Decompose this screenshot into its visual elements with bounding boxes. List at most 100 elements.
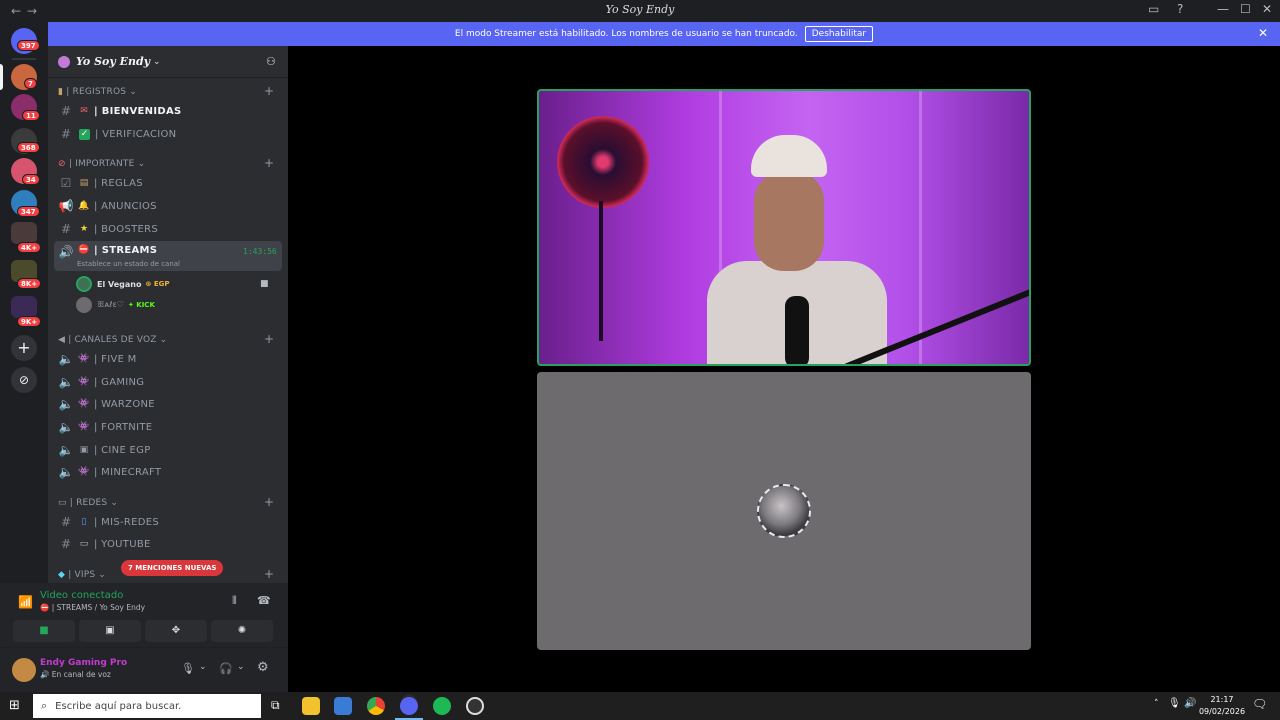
disable-streamer-button[interactable]: Deshabilitar xyxy=(804,26,874,42)
unread-badge: 368 xyxy=(17,142,40,153)
file-explorer-icon[interactable] xyxy=(302,697,320,715)
category-vips[interactable]: ◆ | VIPS ⌄ + xyxy=(58,567,274,581)
chrome-icon[interactable] xyxy=(367,697,385,715)
store-icon[interactable] xyxy=(334,697,352,715)
voice-status: Video conectado xyxy=(40,590,124,601)
activities-button[interactable]: ✥ xyxy=(145,620,207,642)
chevron-down-icon: ⌄ xyxy=(153,56,161,67)
role-tag: EGP xyxy=(153,280,170,288)
window-title: Yo Soy Endy xyxy=(605,3,675,16)
channel-bienvenidas[interactable]: # ✉ | BIENVENIDAS xyxy=(54,100,282,122)
invite-people-icon[interactable]: ⚇ xyxy=(266,55,276,68)
app-icon[interactable] xyxy=(466,697,484,715)
add-channel-icon: + xyxy=(264,332,275,346)
windows-taskbar: ⊞ ⌕ Escribe aquí para buscar. ⧉ ˄ 🎙 🔊 21… xyxy=(0,692,1280,720)
channel-streams[interactable]: 🔊 ⛔ | STREAMS 1:43:56 Establece un estado … xyxy=(54,241,282,271)
speaker-icon: 🔊 xyxy=(58,245,74,259)
new-mentions-pill[interactable]: 7 MENCIONES NUEVAS xyxy=(121,560,224,576)
channel-label: | VERIFICACION xyxy=(95,128,177,140)
channel-verificacion[interactable]: # ✓ | VERIFICACION xyxy=(54,123,282,145)
noise-suppression-icon[interactable]: ⦀ xyxy=(232,594,237,608)
unread-badge: 347 xyxy=(17,206,40,217)
alien-emoji-icon: 👾 xyxy=(78,422,90,432)
speaker-icon: 🔈 xyxy=(58,420,74,434)
voice-channel-link[interactable]: ⛔ | STREAMS / Yo Soy Endy xyxy=(40,603,145,612)
task-view-icon[interactable]: ⧉ xyxy=(271,698,280,713)
channel-fivem[interactable]: 🔈 👾 | FIVE M xyxy=(54,348,282,370)
server-folder[interactable] xyxy=(11,222,37,244)
chevron-down-icon[interactable]: ⌄ xyxy=(199,662,207,672)
camera-button[interactable]: ■ xyxy=(13,620,75,642)
channel-fortnite[interactable]: 🔈 👾 | FORTNITE xyxy=(54,416,282,438)
category-label: | REGISTROS xyxy=(66,87,127,97)
video-tile-camera[interactable] xyxy=(537,89,1031,366)
microphone-tray-icon[interactable]: 🎙 xyxy=(1168,698,1181,709)
rules-icon: ☑ xyxy=(60,176,72,190)
clock-time[interactable]: 21:17 xyxy=(1200,695,1244,704)
category-importante[interactable]: ⊘ | IMPORTANTE ⌄ + xyxy=(58,156,274,170)
voice-channel-name: | STREAMS / Yo Soy Endy xyxy=(51,603,146,612)
add-channel-icon: + xyxy=(264,84,275,98)
channel-boosters[interactable]: # ★ | BOOSTERS xyxy=(54,218,282,240)
volume-icon[interactable]: 🔊 xyxy=(1184,698,1196,709)
inbox-icon[interactable]: ▭ xyxy=(1148,2,1159,16)
channel-status-text[interactable]: Establece un estado de canal xyxy=(77,260,180,268)
hash-icon: # xyxy=(60,222,72,236)
notifications-icon[interactable]: 🗨 xyxy=(1252,697,1267,711)
speaker-icon: 🔈 xyxy=(58,352,74,366)
chevron-up-icon[interactable]: ˄ xyxy=(1154,699,1159,709)
microphone xyxy=(785,296,809,364)
server-folder[interactable] xyxy=(11,296,37,318)
title-bar: ← → Yo Soy Endy ▭ ? — ☐ ✕ xyxy=(0,0,1280,22)
add-server-icon[interactable]: + xyxy=(11,335,37,361)
channel-anuncios[interactable]: 📢 🔔 | ANUNCIOS xyxy=(54,195,282,217)
hash-icon: # xyxy=(60,127,72,141)
add-channel-icon: + xyxy=(264,495,275,509)
username[interactable]: Endy Gaming Pro xyxy=(40,658,127,668)
voice-user[interactable]: El Vegano ⊛ EGP ■ xyxy=(76,276,269,292)
channel-reglas[interactable]: ☑ ▤ | REGLAS xyxy=(54,172,282,194)
alien-emoji-icon: 👾 xyxy=(78,354,90,364)
spotify-icon[interactable] xyxy=(433,697,451,715)
voice-user[interactable]: ꕥᴀℓε♡ ✦ KICK xyxy=(76,297,155,313)
discord-icon[interactable] xyxy=(400,697,418,715)
windows-start-icon[interactable]: ⊞ xyxy=(9,698,20,713)
bell-emoji-icon: 🔔 xyxy=(78,201,90,211)
unread-badge: 7 xyxy=(24,78,37,89)
minimize-button[interactable]: — xyxy=(1217,2,1229,16)
taskbar-search[interactable]: ⌕ Escribe aquí para buscar. xyxy=(33,694,261,718)
avatar[interactable] xyxy=(12,658,36,682)
soundboard-button[interactable]: ✺ xyxy=(211,620,273,642)
channel-cine[interactable]: 🔈 ▣ | CINE EGP xyxy=(54,439,282,461)
maximize-button[interactable]: ☐ xyxy=(1240,2,1251,16)
channel-warzone[interactable]: 🔈 👾 | WARZONE xyxy=(54,393,282,415)
channel-minecraft[interactable]: 🔈 👾 | MINECRAFT xyxy=(54,461,282,483)
unread-badge: 34 xyxy=(22,174,40,185)
channel-misredes[interactable]: # ▯ | MIS-REDES xyxy=(54,511,282,533)
channel-gaming[interactable]: 🔈 👾 | GAMING xyxy=(54,371,282,393)
settings-gear-icon[interactable]: ⚙ xyxy=(257,660,269,675)
clock-date[interactable]: 09/02/2026 xyxy=(1198,707,1246,716)
headphones-icon[interactable]: 🎧 xyxy=(219,662,233,675)
chevron-down-icon[interactable]: ⌄ xyxy=(237,662,245,672)
disconnect-icon[interactable]: ☎ xyxy=(257,594,271,607)
help-icon[interactable]: ? xyxy=(1177,2,1183,16)
microphone-icon[interactable]: 🎙 xyxy=(181,662,195,675)
category-registros[interactable]: ▮ | REGISTROS ⌄ + xyxy=(58,84,274,98)
channel-label: | BOOSTERS xyxy=(94,223,159,235)
channel-label: | MIS-REDES xyxy=(94,516,160,528)
explore-icon[interactable]: ⊘ xyxy=(11,367,37,393)
category-redes[interactable]: ▭ | REDES ⌄ + xyxy=(58,495,274,509)
channel-label: | FIVE M xyxy=(94,353,137,365)
channel-label: | REGLAS xyxy=(94,177,143,189)
server-header[interactable]: Yo Soy Endy ⌄ ⚇ xyxy=(48,46,288,78)
screen-share-button[interactable]: ▣ xyxy=(79,620,141,642)
close-icon[interactable]: ✕ xyxy=(1258,26,1268,40)
video-tile-avatar[interactable] xyxy=(537,372,1031,650)
user-avatar xyxy=(757,484,811,538)
signal-icon[interactable]: 📶 xyxy=(18,595,33,609)
channel-youtube[interactable]: # ▭ | YOUTUBE xyxy=(54,533,282,555)
category-voz[interactable]: ◀ | CANALES DE VOZ ⌄ + xyxy=(58,332,274,346)
user-status-text: En canal de voz xyxy=(51,670,111,679)
close-window-button[interactable]: ✕ xyxy=(1262,2,1272,16)
